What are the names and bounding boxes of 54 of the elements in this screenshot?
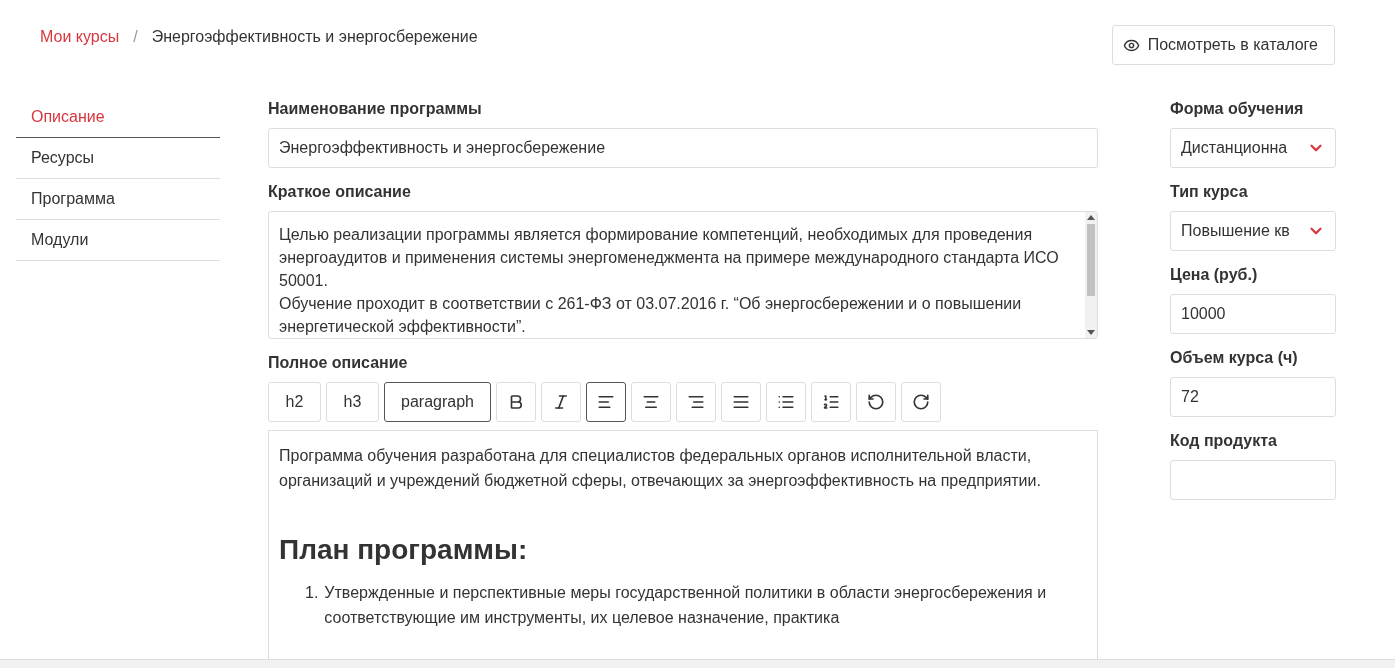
bullet-list-button[interactable] — [765, 382, 806, 422]
input-field[interactable]: 72 — [1170, 377, 1336, 417]
paragraph-text: Программа обучения разработана для специалистов федеральных органов исполнительной власти, организаций и учреждений бюджетной сферы, отвечающих за энергоэффективность на предприятии. — [279, 446, 1042, 491]
breadcrumb-current: Энергоэффективность и энергосбережение — [151, 28, 478, 46]
breadcrumb-link[interactable]: Мои курсы — [40, 28, 120, 46]
heading-text: План программы: — [279, 533, 529, 567]
field-label: Форма обучения — [1170, 100, 1305, 118]
undo-button[interactable] — [855, 382, 896, 422]
paragraph-text: Обучение проходит в соответствии с 261-ФЗ от 03.07.2016 г. “Об энергосбережении и о повышении энергетической эффективности”. — [279, 294, 1023, 337]
sidebar-item[interactable]: Программа — [16, 179, 220, 220]
undo-icon — [866, 393, 885, 411]
format-button[interactable]: h3 — [326, 382, 379, 422]
align-right-icon — [686, 393, 705, 411]
numbered-list-icon — [821, 393, 840, 411]
list-item-text: Утвержденные и перспективные меры государственной политики в области энергосбережения и соответствующие им инструменты, их целевое назначение, практика — [324, 583, 1048, 628]
field-label: Полное описание — [268, 354, 409, 372]
field-label: Код продукта — [1170, 432, 1278, 450]
align-left-icon — [596, 393, 615, 411]
format-button[interactable]: paragraph — [384, 382, 491, 422]
select-field[interactable]: Повышение кв — [1170, 211, 1336, 251]
scroll-up-arrow-icon[interactable] — [1087, 214, 1095, 220]
scroll-down-arrow-icon[interactable] — [1087, 330, 1095, 336]
sidebar-item[interactable]: Модули — [16, 220, 220, 261]
list-number: 1. — [305, 583, 319, 603]
numbered-list-button[interactable] — [810, 382, 851, 422]
horizontal-scrollbar[interactable] — [0, 659, 1395, 668]
breadcrumb-separator: / — [133, 28, 138, 46]
sidebar-item[interactable]: Описание — [16, 97, 220, 138]
program-name-field[interactable]: Энергоэффективность и энергосбережение — [268, 128, 1098, 168]
bullet-list-icon — [776, 393, 795, 411]
field-label: Объем курса (ч) — [1170, 349, 1299, 367]
field-label: Наименование программы — [268, 100, 483, 118]
view-in-catalog-button[interactable]: Посмотреть в каталоге — [1111, 25, 1335, 65]
paragraph-text: Целью реализации программы является формирование компетенций, необходимых для проведения энергоаудитов и применения системы энергоменеджмента на примере международного стандарта ИСО 50001. — [279, 225, 1060, 291]
field-label: Цена (руб.) — [1170, 266, 1259, 284]
short-description-field[interactable] — [268, 211, 1098, 339]
input-field[interactable] — [1170, 460, 1336, 500]
input-field[interactable]: 10000 — [1170, 294, 1336, 334]
bold-button[interactable] — [495, 382, 536, 422]
field-label: Тип курса — [1170, 183, 1249, 201]
align-center-button[interactable] — [630, 382, 671, 422]
scrollbar[interactable] — [1085, 212, 1097, 338]
italic-button[interactable] — [540, 382, 581, 422]
align-justify-icon — [731, 393, 750, 411]
align-center-icon — [641, 393, 660, 411]
select-field[interactable]: Дистанционна — [1170, 128, 1336, 168]
field-label: Краткое описание — [268, 183, 412, 201]
align-right-button[interactable] — [675, 382, 716, 422]
sidebar-item[interactable]: Ресурсы — [16, 138, 220, 179]
redo-button[interactable] — [900, 382, 941, 422]
align-justify-button[interactable] — [720, 382, 761, 422]
redo-icon — [911, 393, 930, 411]
align-left-button[interactable] — [585, 382, 626, 422]
format-button[interactable]: h2 — [268, 382, 321, 422]
